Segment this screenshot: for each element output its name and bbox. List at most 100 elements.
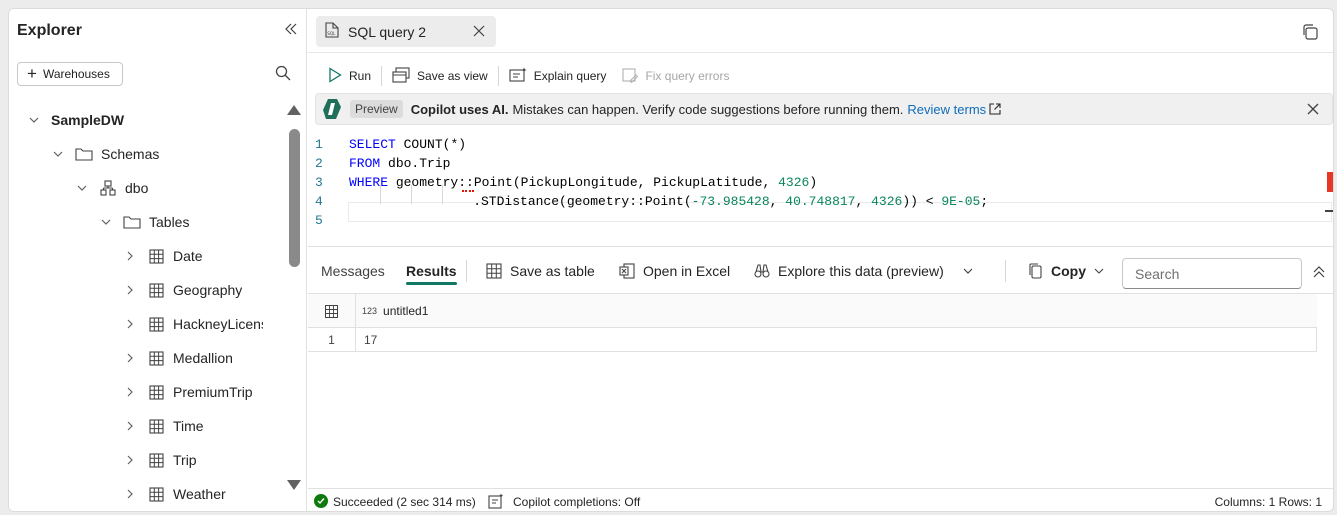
grid-header: 123 untitled1 xyxy=(308,294,1317,328)
results-divider xyxy=(1005,260,1006,282)
table-icon xyxy=(147,384,165,400)
run-button[interactable]: Run xyxy=(320,62,379,90)
chevron-down-icon xyxy=(75,181,89,195)
copy-button[interactable]: Copy xyxy=(1029,247,1104,294)
copy-window-icon[interactable] xyxy=(1301,23,1319,41)
code-text: ; xyxy=(980,194,989,209)
tree-item-sampledw[interactable]: SampleDW xyxy=(27,108,124,132)
column-header-label: untitled1 xyxy=(383,304,429,318)
fix-query-errors-button[interactable]: Fix query errors xyxy=(614,62,737,90)
chevron-down-icon xyxy=(27,113,41,127)
open-in-excel-button[interactable]: Open in Excel xyxy=(619,247,730,294)
app-frame: Explorer + Warehouses SampleDW Schemas d… xyxy=(8,8,1334,512)
table-item[interactable]: PremiumTrip xyxy=(123,380,253,404)
close-icon[interactable] xyxy=(472,24,486,38)
table-item[interactable]: Medallion xyxy=(123,346,233,370)
table-label: Date xyxy=(173,248,203,264)
tab-sql-query-2[interactable]: SQL SQL query 2 xyxy=(316,16,496,47)
explore-data-button[interactable]: Explore this data (preview) xyxy=(754,247,944,294)
explore-dropdown-chevron-icon[interactable] xyxy=(962,247,974,294)
code-keyword: SELECT xyxy=(349,137,396,152)
line-number: 5 xyxy=(315,213,323,228)
table-row[interactable]: 1 17 xyxy=(308,328,1317,352)
table-icon xyxy=(147,350,165,366)
success-check-icon xyxy=(314,494,328,508)
status-result: Succeeded (2 sec 314 ms) xyxy=(333,495,476,509)
save-as-table-button[interactable]: Save as table xyxy=(486,247,595,294)
column-header[interactable]: 123 untitled1 xyxy=(356,294,428,328)
code-number: 4326 xyxy=(871,194,903,209)
results-search-input[interactable]: Search xyxy=(1122,258,1302,289)
code-text: , xyxy=(855,194,872,209)
code-function: COUNT xyxy=(403,137,443,152)
table-label: Time xyxy=(173,418,204,434)
tree-item-tables[interactable]: Tables xyxy=(99,210,189,234)
scroll-thumb[interactable] xyxy=(289,129,300,267)
plus-icon: + xyxy=(27,64,37,83)
tree-label-tables: Tables xyxy=(149,214,190,230)
tree-item-schemas[interactable]: Schemas xyxy=(51,142,159,166)
chevron-right-icon xyxy=(123,385,137,399)
code-line-4: .STDistance(geometry::Point(-73.985428, … xyxy=(442,194,988,209)
rows-columns-summary: Columns: 1 Rows: 1 xyxy=(1214,495,1322,509)
tree-item-dbo[interactable]: dbo xyxy=(75,176,148,200)
query-editor-area: SQL SQL query 2 Run Save as view Explain… xyxy=(308,9,1333,511)
table-item[interactable]: Date xyxy=(123,244,203,268)
code-line-3: WHERE geometry::Point(PickupLongitude, P… xyxy=(349,175,817,190)
explorer-title: Explorer xyxy=(17,22,82,39)
table-icon xyxy=(147,248,165,264)
scroll-down-icon[interactable] xyxy=(287,480,301,490)
select-all-icon[interactable] xyxy=(308,294,356,328)
explain-query-button[interactable]: Explain query xyxy=(501,62,615,90)
collapse-results-icon[interactable] xyxy=(1311,264,1327,280)
tree-label-dbo: dbo xyxy=(125,180,149,196)
line-number: 4 xyxy=(315,194,323,209)
search-icon[interactable] xyxy=(275,65,293,83)
collapse-panel-icon[interactable] xyxy=(281,19,301,39)
results-divider xyxy=(466,260,467,282)
save-as-view-button[interactable]: Save as view xyxy=(384,62,496,90)
row-number: 1 xyxy=(308,328,356,352)
tree-scrollbar[interactable] xyxy=(287,105,301,490)
tab-messages[interactable]: Messages xyxy=(321,247,385,294)
code-line-2: FROM dbo.Trip xyxy=(349,156,450,171)
scroll-up-icon[interactable] xyxy=(287,105,301,115)
review-terms-link[interactable]: Review terms xyxy=(907,102,1001,117)
toolbar-divider xyxy=(381,66,383,86)
chevron-down-icon xyxy=(99,215,113,229)
copilot-completions-icon[interactable] xyxy=(488,493,504,509)
code-number: -73.985428 xyxy=(691,194,770,209)
chevron-down-icon xyxy=(51,147,65,161)
close-banner-icon[interactable] xyxy=(1307,103,1319,115)
code-text: geometry::Point(PickupLongitude, PickupL… xyxy=(388,175,779,190)
code-keyword: FROM xyxy=(349,156,381,171)
table-label: Weather xyxy=(173,486,226,502)
error-squiggle xyxy=(462,188,474,192)
copilot-logo-icon xyxy=(322,98,346,120)
table-item[interactable]: Weather xyxy=(123,482,226,506)
run-label: Run xyxy=(349,69,372,83)
svg-text:SQL: SQL xyxy=(327,31,336,36)
chevron-right-icon xyxy=(123,317,137,331)
copilot-completions-status[interactable]: Copilot completions: Off xyxy=(513,495,640,509)
toolbar-divider xyxy=(497,66,499,86)
line-number: 2 xyxy=(315,156,323,171)
table-icon xyxy=(147,316,165,332)
table-item[interactable]: Geography xyxy=(123,278,242,302)
table-icon xyxy=(147,282,165,298)
sql-editor[interactable]: 1 2 3 4 5 SELECT COUNT(*) FROM dbo.Trip … xyxy=(308,128,1333,240)
save-as-view-label: Save as view xyxy=(417,69,488,83)
add-warehouses-button[interactable]: + Warehouses xyxy=(17,62,123,86)
chevron-right-icon xyxy=(123,283,137,297)
table-item[interactable]: Time xyxy=(123,414,204,438)
code-text: dbo.Trip xyxy=(380,156,451,171)
tab-results[interactable]: Results xyxy=(406,247,457,294)
table-item[interactable]: HackneyLicens xyxy=(123,312,263,336)
external-link-icon xyxy=(989,103,1001,115)
copy-label: Copy xyxy=(1051,262,1086,279)
play-icon xyxy=(328,66,342,86)
binoculars-icon xyxy=(754,263,770,278)
chevron-right-icon xyxy=(123,453,137,467)
chevron-right-icon xyxy=(123,351,137,365)
table-item[interactable]: Trip xyxy=(123,448,197,472)
